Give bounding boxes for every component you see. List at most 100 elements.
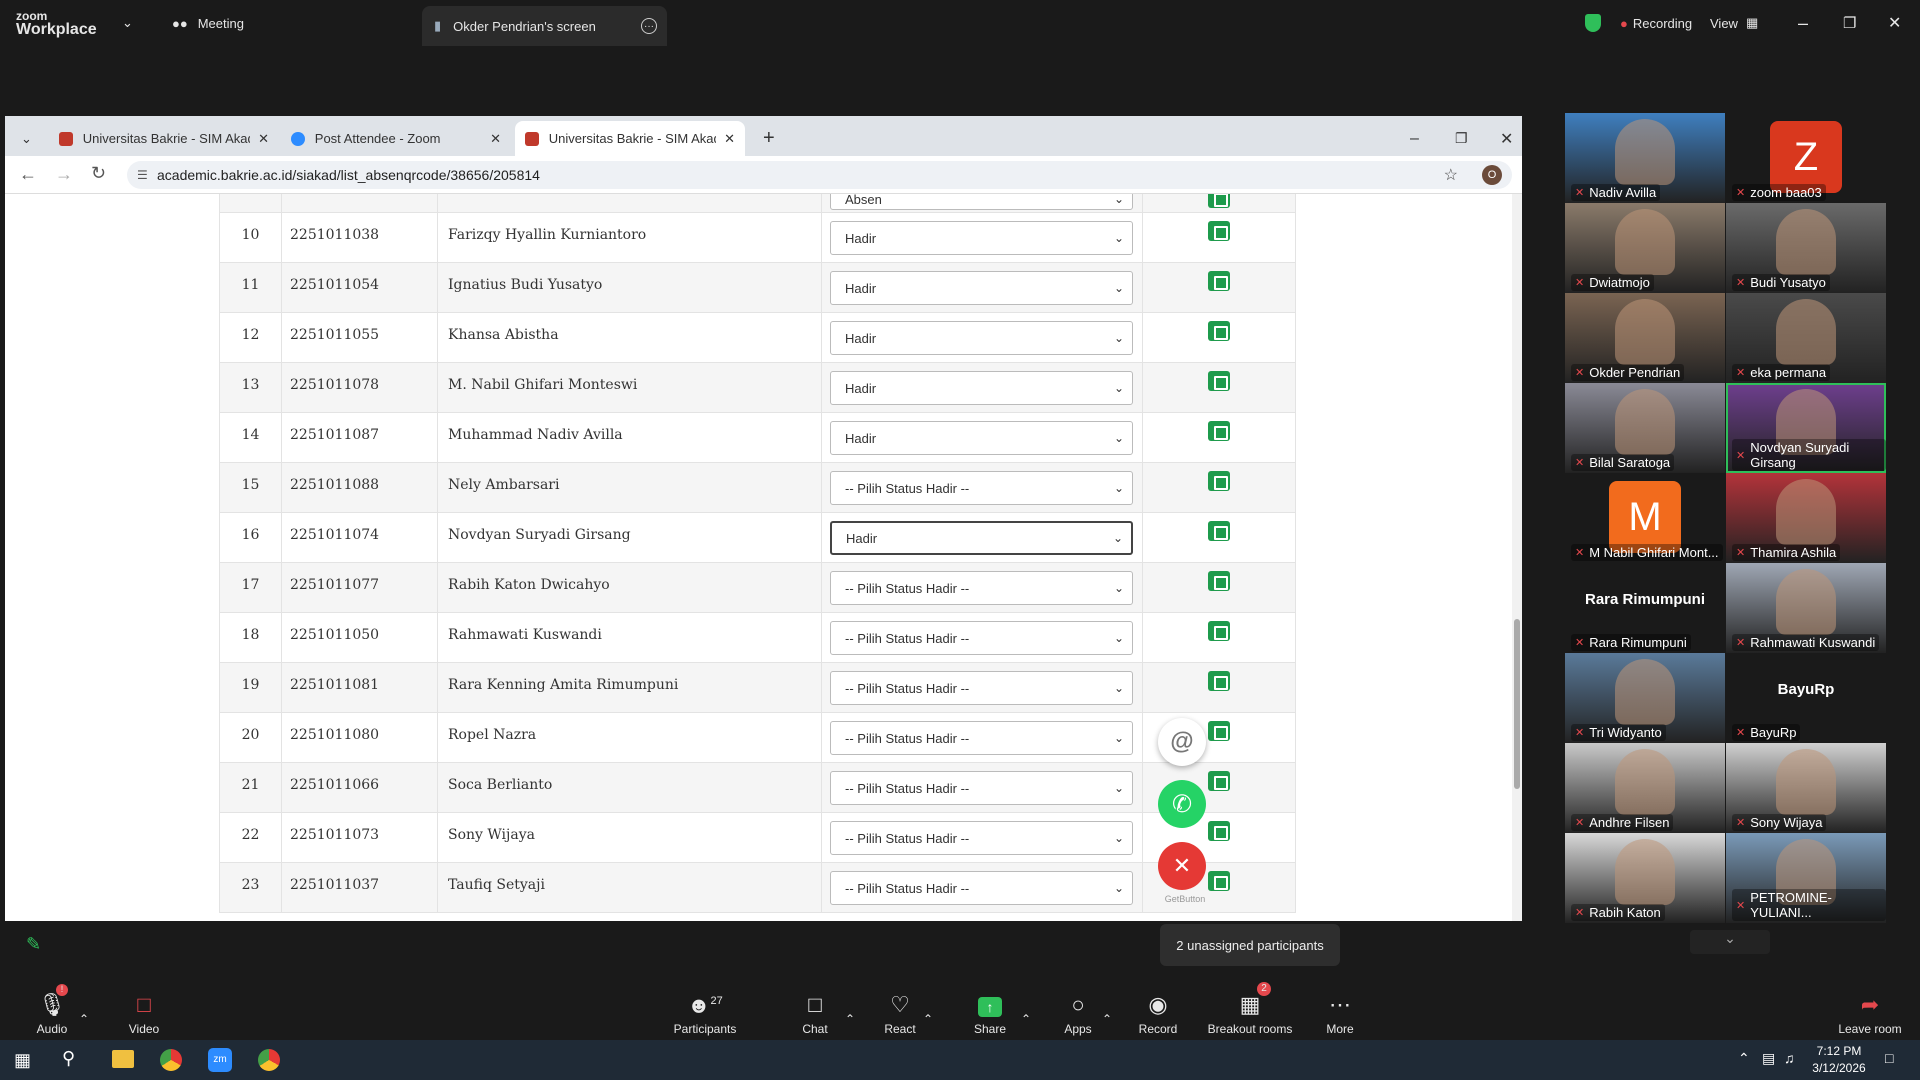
close-tab-icon[interactable]: ✕: [490, 131, 501, 147]
browser-tab-2[interactable]: Post Attendee - Zoom ✕: [281, 121, 511, 156]
participant-tile[interactable]: BayuRp ✕ BayuRp: [1726, 653, 1886, 743]
save-icon[interactable]: [1208, 271, 1230, 291]
video-button[interactable]: □ Video: [122, 980, 166, 1040]
participant-tile[interactable]: ✕ Rahmawati Kuswandi: [1726, 563, 1886, 653]
share-tab[interactable]: ▮ Okder Pendrian's screen ···: [422, 6, 667, 46]
meeting-tab[interactable]: ●● Meeting: [172, 0, 244, 46]
minimize-icon[interactable]: –: [1400, 121, 1429, 156]
save-icon[interactable]: [1208, 194, 1230, 208]
restore-icon[interactable]: ❐: [1445, 121, 1478, 156]
status-select[interactable]: -- Pilih Status Hadir -- ⌄: [830, 621, 1133, 655]
reload-icon[interactable]: ↻: [91, 163, 106, 184]
leave-room-button[interactable]: ➦ Leave room: [1835, 980, 1905, 1040]
participant-tile[interactable]: ✕ Dwiatmojo: [1565, 203, 1725, 293]
share-button[interactable]: ↑ Share: [968, 980, 1012, 1040]
status-select[interactable]: Absen ⌄: [830, 194, 1133, 210]
participant-tile[interactable]: Rara Rimumpuni ✕ Rara Rimumpuni: [1565, 563, 1725, 653]
participant-tile[interactable]: ✕ Nadiv Avilla: [1565, 113, 1725, 203]
audio-button[interactable]: 🎙 Audio !: [30, 980, 74, 1040]
status-select[interactable]: -- Pilih Status Hadir -- ⌄: [830, 471, 1133, 505]
save-icon[interactable]: [1208, 771, 1230, 791]
status-select[interactable]: -- Pilih Status Hadir -- ⌄: [830, 771, 1133, 805]
status-select[interactable]: Hadir ⌄: [830, 221, 1133, 255]
save-icon[interactable]: [1208, 871, 1230, 891]
site-info-icon[interactable]: ☰: [137, 168, 148, 182]
close-tab-icon[interactable]: ✕: [258, 131, 269, 147]
restore-icon[interactable]: ❐: [1843, 0, 1856, 46]
chrome-icon-2[interactable]: [258, 1049, 280, 1071]
more-button[interactable]: ⋯ More: [1320, 980, 1360, 1040]
participant-tile[interactable]: ✕ eka permana: [1726, 293, 1886, 383]
recording-indicator[interactable]: ● Recording: [1620, 0, 1692, 46]
page-scrollbar[interactable]: [1512, 194, 1522, 921]
notifications-icon[interactable]: □: [1885, 1050, 1893, 1066]
apps-options-chevron-icon[interactable]: ⌃: [1097, 980, 1117, 1040]
status-select[interactable]: Hadir ⌄: [830, 321, 1133, 355]
browser-tab-3-active[interactable]: Universitas Bakrie - SIM Akade ✕: [515, 121, 745, 156]
react-options-chevron-icon[interactable]: ⌃: [918, 980, 938, 1040]
save-icon[interactable]: [1208, 371, 1230, 391]
file-explorer-icon[interactable]: [112, 1050, 134, 1068]
search-icon[interactable]: ⚲: [62, 1048, 75, 1069]
close-icon[interactable]: ✕: [1490, 121, 1523, 156]
save-icon[interactable]: [1208, 621, 1230, 641]
participant-tile[interactable]: ✕ Novdyan Suryadi Girsang: [1726, 383, 1886, 473]
participant-tile[interactable]: ✕ Thamira Ashila: [1726, 473, 1886, 563]
tab-search-icon[interactable]: ⌄: [11, 121, 43, 156]
status-select[interactable]: -- Pilih Status Hadir -- ⌄: [830, 571, 1133, 605]
close-fab-button[interactable]: ✕: [1158, 842, 1206, 890]
participant-tile[interactable]: ✕ Tri Widyanto: [1565, 653, 1725, 743]
participant-tile[interactable]: ✕ Andhre Filsen: [1565, 743, 1725, 833]
star-icon[interactable]: ☆: [1444, 165, 1458, 185]
audio-options-chevron-icon[interactable]: ⌃: [74, 980, 94, 1040]
status-select[interactable]: Hadir ⌄: [830, 371, 1133, 405]
volume-icon[interactable]: ♫: [1784, 1050, 1795, 1066]
forward-icon[interactable]: →: [55, 164, 73, 185]
windows-start-icon[interactable]: ▦: [14, 1050, 31, 1071]
annotate-pen-icon[interactable]: ✎: [26, 934, 56, 964]
participant-tile[interactable]: ✕ PETROMINE-YULIANI...: [1726, 833, 1886, 923]
participant-tile[interactable]: M ✕ M Nabil Ghifari Mont...: [1565, 473, 1725, 563]
react-button[interactable]: ♡ React: [880, 980, 920, 1040]
status-select[interactable]: -- Pilih Status Hadir -- ⌄: [830, 871, 1133, 905]
clock[interactable]: 7:12 PM 3/12/2026: [1806, 1043, 1872, 1077]
back-icon[interactable]: ←: [19, 164, 37, 185]
participants-button[interactable]: ☻27 Participants: [670, 980, 740, 1040]
email-share-button[interactable]: @: [1158, 718, 1206, 766]
participant-tile[interactable]: ✕ Okder Pendrian: [1565, 293, 1725, 383]
browser-tab-1[interactable]: Universitas Bakrie - SIM Akade ✕: [49, 121, 279, 156]
save-icon[interactable]: [1208, 321, 1230, 341]
chat-options-chevron-icon[interactable]: ⌃: [840, 980, 860, 1040]
new-tab-icon[interactable]: +: [753, 121, 785, 156]
participant-tile[interactable]: Z ✕ zoom baa03: [1726, 113, 1886, 203]
save-icon[interactable]: [1208, 521, 1230, 541]
view-button[interactable]: View ▦: [1710, 0, 1758, 46]
gallery-chevron-down-icon[interactable]: ⌄: [1690, 930, 1770, 954]
scrollbar-thumb[interactable]: [1514, 619, 1520, 789]
save-icon[interactable]: [1208, 571, 1230, 591]
chevron-down-icon[interactable]: ⌄: [122, 0, 133, 46]
save-icon[interactable]: [1208, 471, 1230, 491]
network-icon[interactable]: ▤: [1762, 1050, 1775, 1067]
status-select[interactable]: -- Pilih Status Hadir -- ⌄: [830, 671, 1133, 705]
status-select[interactable]: -- Pilih Status Hadir -- ⌄: [830, 821, 1133, 855]
minimize-icon[interactable]: –: [1798, 0, 1808, 46]
apps-button[interactable]: ○ Apps: [1058, 980, 1098, 1040]
record-button[interactable]: ◉ Record: [1136, 980, 1180, 1040]
tray-chevron-up-icon[interactable]: ⌃: [1738, 1050, 1750, 1067]
status-select[interactable]: Hadir ⌄: [830, 421, 1133, 455]
status-select[interactable]: -- Pilih Status Hadir -- ⌄: [830, 721, 1133, 755]
participant-tile[interactable]: ✕ Rabih Katon: [1565, 833, 1725, 923]
chat-button[interactable]: □ Chat: [795, 980, 835, 1040]
participant-tile[interactable]: ✕ Sony Wijaya: [1726, 743, 1886, 833]
participant-tile[interactable]: ✕ Bilal Saratoga: [1565, 383, 1725, 473]
more-icon[interactable]: ···: [641, 18, 657, 34]
share-options-chevron-icon[interactable]: ⌃: [1016, 980, 1036, 1040]
status-select[interactable]: Hadir ⌄: [830, 521, 1133, 555]
save-icon[interactable]: [1208, 821, 1230, 841]
zoom-app-icon[interactable]: zm: [208, 1048, 232, 1072]
participant-tile[interactable]: ✕ Budi Yusatyo: [1726, 203, 1886, 293]
chrome-icon[interactable]: [160, 1049, 182, 1071]
address-bar[interactable]: ☰ academic.bakrie.ac.id/siakad/list_abse…: [127, 161, 1512, 189]
status-select[interactable]: Hadir ⌄: [830, 271, 1133, 305]
